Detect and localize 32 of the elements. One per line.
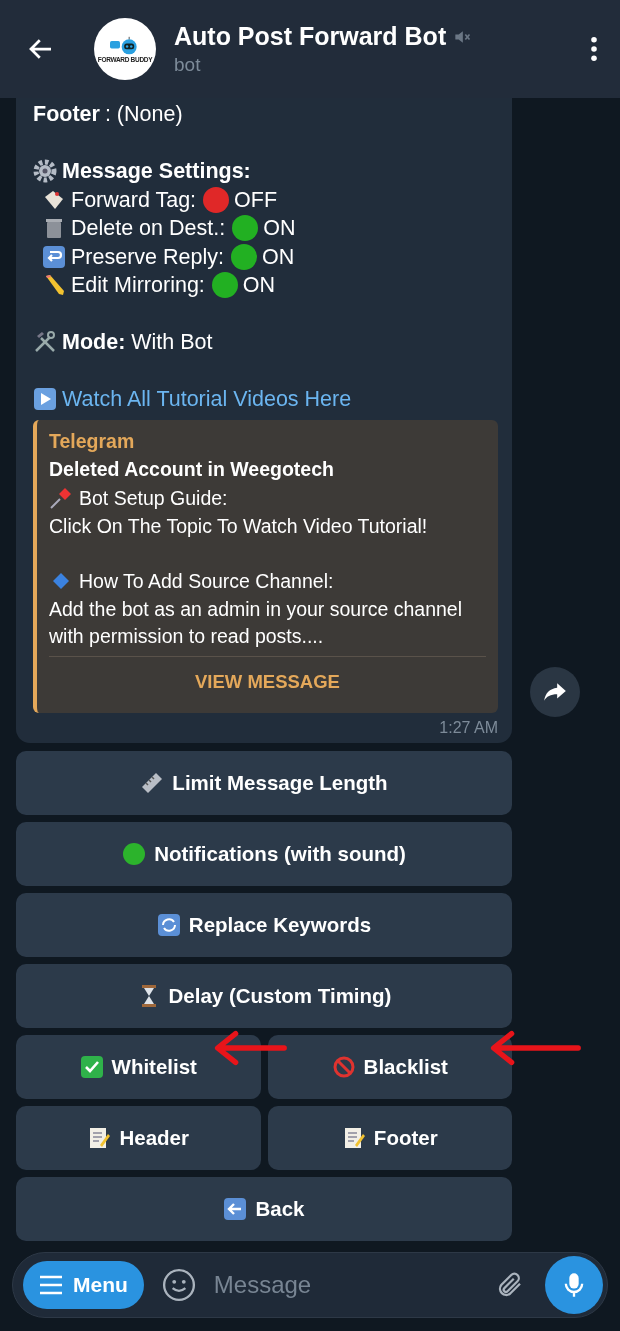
keyboard-button[interactable]: Notifications (with sound)	[16, 821, 512, 886]
keyboard-button[interactable]: Back	[16, 1176, 512, 1241]
preview-source: Telegram	[49, 428, 136, 454]
keyboard-button[interactable]: Replace Keywords	[16, 892, 512, 957]
setting-label: Delete on Dest.:	[71, 215, 226, 242]
preview-text: How To Add Source Channel:	[79, 568, 334, 594]
setting-state: ON	[242, 272, 276, 299]
view-message-button[interactable]: VIEW MESSAGE	[49, 656, 486, 707]
chat-title: Auto Post Forward Bot	[174, 22, 447, 51]
setting-state: ON	[263, 215, 296, 242]
message-time: 1:27 AM	[439, 718, 498, 737]
preview-title: Deleted Account in Weegotech	[49, 456, 335, 482]
keyboard-button[interactable]: Footer	[267, 1105, 512, 1170]
message-text: Message Settings:	[62, 158, 251, 185]
tutorial-link[interactable]: Watch All Tutorial Videos Here	[62, 385, 352, 414]
setting-label: Edit Mirroring:	[71, 272, 205, 299]
preview-text: Add the bot as an admin in your source channel with permission to read posts....	[49, 596, 463, 649]
preview-text: Bot Setup Guide:	[79, 485, 228, 511]
keyboard-button[interactable]: Whitelist	[16, 1034, 261, 1099]
setting-state: OFF	[234, 186, 278, 214]
setting-state: ON	[261, 243, 295, 271]
message-input[interactable]: Message	[203, 1271, 495, 1299]
message-text: Mode: With Bot	[62, 329, 213, 356]
keyboard-button[interactable]: Limit Message Length	[16, 750, 512, 815]
message-text: Footer : (None)	[33, 101, 184, 128]
chat-subtitle: bot	[174, 54, 202, 76]
keyboard-button[interactable]: Delay (Custom Timing)	[16, 963, 512, 1028]
keyboard-button[interactable]: Header	[16, 1105, 261, 1170]
setting-label: Preserve Reply:	[71, 243, 224, 271]
keyboard-button[interactable]: Blacklist	[267, 1034, 512, 1099]
setting-label: Forward Tag:	[71, 186, 197, 214]
preview-text: Click On The Topic To Watch Video Tutorial!	[49, 513, 429, 539]
